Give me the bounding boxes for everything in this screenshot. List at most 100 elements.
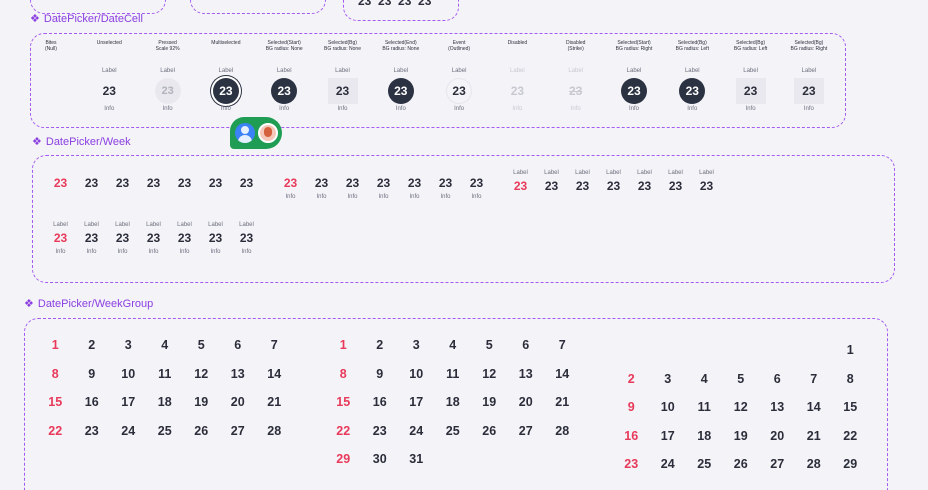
calendar-day[interactable]: 13 xyxy=(759,400,796,429)
calendar-day[interactable]: 18 xyxy=(147,395,184,424)
calendar-day[interactable]: 7 xyxy=(544,338,581,367)
calendar-day[interactable]: 11 xyxy=(435,367,472,396)
calendar-day[interactable]: 15 xyxy=(832,400,869,429)
week-day[interactable]: Label 23 Info xyxy=(107,222,138,255)
calendar-day[interactable]: 14 xyxy=(544,367,581,396)
calendar-day[interactable]: 10 xyxy=(650,400,687,429)
calendar-day[interactable]: 22 xyxy=(832,429,869,458)
week-day[interactable]: Label 23 Info xyxy=(231,222,262,255)
calendar-day[interactable]: 11 xyxy=(147,367,184,396)
calendar-day[interactable]: 4 xyxy=(147,338,184,367)
calendar-day[interactable]: 25 xyxy=(686,457,723,486)
week-day[interactable]: Label 23 Info xyxy=(200,222,231,255)
week-day[interactable]: 23 xyxy=(107,176,138,190)
week-day[interactable]: 23 xyxy=(169,176,200,190)
week-day[interactable]: Label 23 Info xyxy=(138,222,169,255)
calendar-day[interactable]: 3 xyxy=(398,338,435,367)
calendar-day[interactable]: 27 xyxy=(220,424,257,453)
calendar-day[interactable]: 16 xyxy=(362,395,399,424)
calendar-day[interactable]: 9 xyxy=(74,367,111,396)
week-day[interactable]: 23 xyxy=(45,176,76,190)
calendar-day[interactable]: 27 xyxy=(508,424,545,453)
week-day[interactable]: Label 23 Info xyxy=(45,222,76,255)
calendar-day[interactable]: 17 xyxy=(398,395,435,424)
calendar-day[interactable]: 5 xyxy=(183,338,220,367)
date-cell[interactable]: 23 xyxy=(271,78,298,104)
calendar-day[interactable]: 13 xyxy=(508,367,545,396)
calendar-day[interactable]: 12 xyxy=(471,367,508,396)
calendar-day[interactable]: 23 xyxy=(74,424,111,453)
calendar-day[interactable]: 19 xyxy=(471,395,508,424)
calendar-day[interactable]: 3 xyxy=(650,372,687,401)
calendar-day[interactable]: 25 xyxy=(147,424,184,453)
calendar-day[interactable]: 14 xyxy=(796,400,833,429)
calendar-day[interactable]: 18 xyxy=(686,429,723,458)
calendar-day[interactable]: 1 xyxy=(832,343,869,372)
calendar-day[interactable]: 18 xyxy=(435,395,472,424)
calendar-day[interactable]: 26 xyxy=(471,424,508,453)
week-day[interactable]: 23 Info xyxy=(306,176,337,200)
calendar-day[interactable]: 3 xyxy=(110,338,147,367)
collaborator-badge[interactable] xyxy=(230,117,282,149)
week-day[interactable]: Label 23 xyxy=(691,170,722,193)
calendar-day[interactable]: 7 xyxy=(796,372,833,401)
calendar-day[interactable]: 10 xyxy=(110,367,147,396)
week-day[interactable]: 23 xyxy=(231,176,262,190)
calendar-day[interactable]: 12 xyxy=(723,400,760,429)
week-day[interactable]: Label 23 Info xyxy=(169,222,200,255)
calendar-day[interactable]: 21 xyxy=(796,429,833,458)
calendar-day[interactable]: 23 xyxy=(362,424,399,453)
date-cell[interactable]: 23 xyxy=(154,78,181,104)
calendar-day[interactable]: 6 xyxy=(508,338,545,367)
week-day[interactable]: Label 23 xyxy=(629,170,660,193)
week-day[interactable]: Label 23 Info xyxy=(76,222,107,255)
week-day[interactable]: 23 Info xyxy=(430,176,461,200)
calendar-day[interactable]: 8 xyxy=(37,367,74,396)
calendar-day[interactable]: 20 xyxy=(220,395,257,424)
calendar-day[interactable]: 4 xyxy=(686,372,723,401)
week-day[interactable]: 23 xyxy=(138,176,169,190)
week-day[interactable]: 23 Info xyxy=(337,176,368,200)
calendar-day[interactable]: 5 xyxy=(471,338,508,367)
calendar-day[interactable]: 10 xyxy=(398,367,435,396)
week-day[interactable]: 23 Info xyxy=(461,176,492,200)
calendar-day[interactable]: 23 xyxy=(613,457,650,486)
date-cell[interactable]: 23 xyxy=(621,78,647,104)
calendar-day[interactable]: 2 xyxy=(74,338,111,367)
date-cell[interactable]: 23 xyxy=(96,78,122,104)
calendar-day[interactable]: 21 xyxy=(544,395,581,424)
calendar-day[interactable]: 2 xyxy=(362,338,399,367)
week-day[interactable]: 23 Info xyxy=(368,176,399,200)
calendar-day[interactable]: 15 xyxy=(37,395,74,424)
calendar-day[interactable]: 29 xyxy=(832,457,869,486)
date-cell[interactable]: 23 xyxy=(327,78,358,104)
week-day[interactable]: Label 23 xyxy=(598,170,629,193)
calendar-day[interactable]: 9 xyxy=(613,400,650,429)
calendar-day[interactable]: 24 xyxy=(110,424,147,453)
calendar-day[interactable]: 7 xyxy=(256,338,293,367)
calendar-day[interactable]: 4 xyxy=(435,338,472,367)
calendar-day[interactable]: 20 xyxy=(508,395,545,424)
calendar-day[interactable]: 8 xyxy=(832,372,869,401)
week-day[interactable]: Label 23 xyxy=(536,170,567,193)
week-day[interactable]: 23 Info xyxy=(275,176,306,200)
date-cell[interactable]: 23 xyxy=(504,78,530,104)
week-day[interactable]: 23 xyxy=(76,176,107,190)
calendar-day[interactable]: 30 xyxy=(362,452,399,481)
calendar-day[interactable]: 28 xyxy=(796,457,833,486)
week-day[interactable]: Label 23 xyxy=(505,170,536,193)
date-cell[interactable]: 23 xyxy=(679,78,706,104)
calendar-day[interactable]: 12 xyxy=(183,367,220,396)
week-day[interactable]: Label 23 xyxy=(660,170,691,193)
calendar-day[interactable]: 17 xyxy=(650,429,687,458)
week-day[interactable]: 23 Info xyxy=(399,176,430,200)
date-cell[interactable]: 23 xyxy=(212,78,239,104)
calendar-day[interactable]: 22 xyxy=(37,424,74,453)
calendar-day[interactable]: 24 xyxy=(650,457,687,486)
calendar-day[interactable]: 16 xyxy=(74,395,111,424)
week-day[interactable]: Label 23 xyxy=(567,170,598,193)
calendar-day[interactable]: 13 xyxy=(220,367,257,396)
calendar-day[interactable]: 14 xyxy=(256,367,293,396)
calendar-day[interactable]: 19 xyxy=(723,429,760,458)
calendar-day[interactable]: 19 xyxy=(183,395,220,424)
